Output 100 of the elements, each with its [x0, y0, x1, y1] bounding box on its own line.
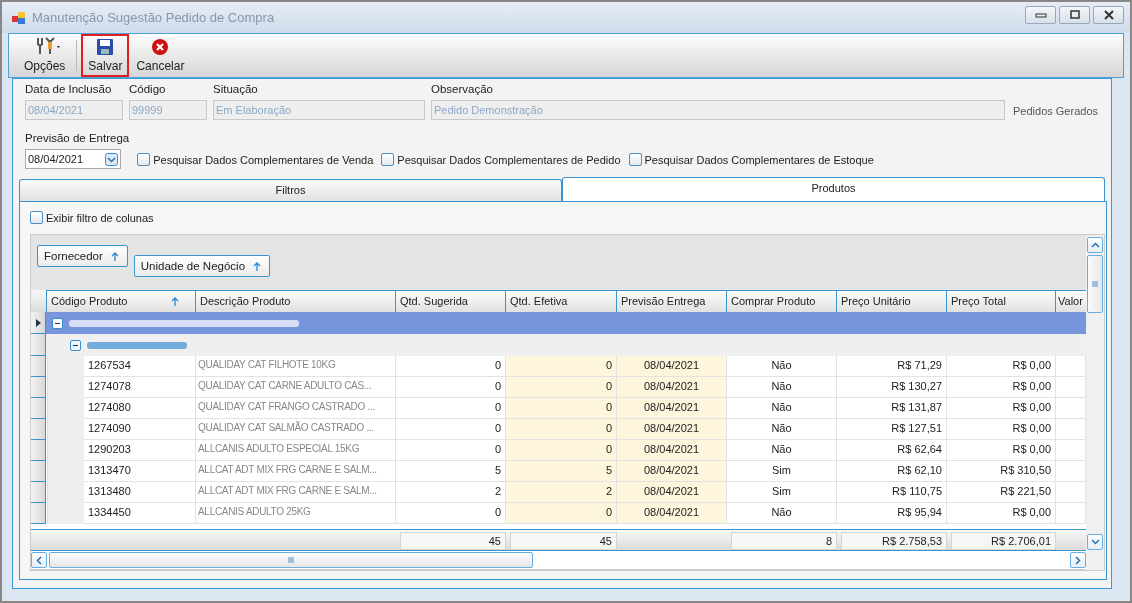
table-cell: 0 — [506, 356, 617, 377]
field-label: Data de Inclusão — [25, 83, 113, 95]
column-header[interactable]: Descrição Produto — [196, 290, 396, 312]
scrollbar-thumb[interactable] — [49, 552, 533, 568]
date-picker[interactable]: 08/04/2021 — [25, 149, 121, 169]
checkbox[interactable] — [381, 153, 395, 166]
table-cell: 1267534 — [84, 356, 196, 377]
window-title: Manutenção Sugestão Pedido de Compra — [32, 10, 276, 25]
options-button[interactable]: Opções — [17, 34, 73, 77]
description-cell: ALLCANIS ADULTO 25KG — [196, 503, 396, 524]
table-cell: Não — [727, 398, 837, 419]
column-header[interactable]: Preço Total — [947, 290, 1056, 312]
collapse-icon[interactable] — [52, 317, 63, 329]
scroll-down-button[interactable] — [1087, 534, 1103, 550]
sort-ascending-icon — [171, 297, 179, 306]
table-cell: 0 — [506, 440, 617, 461]
current-row-icon — [35, 318, 41, 327]
table-cell: 1274078 — [84, 377, 196, 398]
checkbox-label: Pesquisar Dados Complementares de Estoque — [644, 153, 874, 166]
checkbox[interactable] — [30, 211, 43, 224]
table-cell: Não — [727, 377, 837, 398]
column-header[interactable]: Comprar Produto — [727, 290, 837, 312]
table-cell: 1274090 — [84, 419, 196, 440]
table-cell: R$ 131,87 — [837, 398, 947, 419]
table-cell: 0 — [506, 398, 617, 419]
description-cell: QUALIDAY CAT FRANGO CASTRADO ... — [196, 398, 396, 419]
app-icon — [12, 11, 26, 24]
column-header[interactable]: Código Produto — [47, 290, 196, 312]
cancel-icon — [151, 38, 170, 56]
table-cell: 08/04/2021 — [617, 377, 727, 398]
total-cell: 8 — [731, 532, 837, 550]
scroll-up-button[interactable] — [1087, 237, 1103, 253]
tab[interactable]: Filtros — [19, 179, 562, 201]
table-cell: 0 — [506, 503, 617, 524]
description-cell: ALLCAT ADT MIX FRG CARNE E SALM... — [196, 482, 396, 503]
total-cell: R$ 2.758,53 — [841, 532, 947, 550]
column-header[interactable]: Qtd. Sugerida — [396, 290, 506, 312]
table-cell: 2 — [506, 482, 617, 503]
checkbox[interactable] — [137, 153, 151, 166]
table-cell: Não — [727, 356, 837, 377]
table-cell: 0 — [506, 377, 617, 398]
table-cell: 08/04/2021 — [617, 482, 727, 503]
column-header[interactable]: Valor — [1056, 290, 1086, 312]
description-cell: QUALIDAY CAT FILHOTE 10KG — [196, 356, 396, 377]
table-cell: 08/04/2021 — [617, 398, 727, 419]
table-cell: R$ 62,64 — [837, 440, 947, 461]
minimize-icon — [1034, 11, 1047, 18]
close-button[interactable] — [1093, 5, 1124, 24]
description-cell: QUALIDAY CAT SALMÃO CASTRADO ... — [196, 419, 396, 440]
minimize-button[interactable] — [1025, 5, 1056, 24]
group-by-chip[interactable]: Fornecedor — [37, 245, 128, 267]
table-cell: 08/04/2021 — [617, 419, 727, 440]
table-cell: R$ 0,00 — [947, 419, 1056, 440]
description-cell: QUALIDAY CAT CARNE ADULTO CAS... — [196, 377, 396, 398]
table-cell: 08/04/2021 — [617, 440, 727, 461]
sort-ascending-icon — [110, 251, 119, 261]
table-cell: R$ 62,10 — [837, 461, 947, 482]
total-cell: R$ 2.706,01 — [951, 532, 1056, 550]
header-corner — [31, 290, 47, 312]
checkbox[interactable] — [628, 153, 642, 166]
scrollbar-thumb[interactable] — [1087, 255, 1103, 313]
table-cell: 1313470 — [84, 461, 196, 482]
table-cell: 5 — [506, 461, 617, 482]
description-cell: ALLCANIS ADULTO ESPECIAL 15KG — [196, 440, 396, 461]
table-cell: R$ 130,27 — [837, 377, 947, 398]
table-cell: Sim — [727, 482, 837, 503]
maximize-icon — [1068, 9, 1081, 20]
table-cell: 08/04/2021 — [617, 461, 727, 482]
save-button[interactable]: Salvar — [81, 34, 130, 77]
maximize-button[interactable] — [1059, 5, 1090, 24]
scroll-left-button[interactable] — [31, 552, 47, 568]
checkbox-label: Pesquisar Dados Complementares de Pedido — [397, 153, 621, 166]
table-cell: 1274080 — [84, 398, 196, 419]
field-label: Situação — [213, 83, 259, 95]
table-cell: R$ 127,51 — [837, 419, 947, 440]
cancel-button[interactable]: Cancelar — [129, 34, 192, 77]
checkbox-label: Pesquisar Dados Complementares de Venda — [153, 153, 374, 166]
column-header[interactable]: Previsão Entrega — [617, 290, 727, 312]
scroll-right-button[interactable] — [1070, 552, 1086, 568]
group-by-chip[interactable]: Unidade de Negócio — [133, 255, 271, 277]
tab[interactable]: Produtos — [562, 177, 1105, 201]
sort-ascending-icon — [253, 261, 262, 271]
table-cell: 0 — [506, 419, 617, 440]
collapse-icon[interactable] — [70, 339, 81, 351]
table-cell: R$ 0,00 — [947, 356, 1056, 377]
dropdown-icon — [105, 152, 118, 166]
table-cell: 1334450 — [84, 503, 196, 524]
table-cell: R$ 310,50 — [947, 461, 1056, 482]
close-icon — [1102, 9, 1115, 20]
table-cell: R$ 110,75 — [837, 482, 947, 503]
table-cell: 08/04/2021 — [617, 356, 727, 377]
row-indent — [47, 503, 84, 524]
table-cell: Não — [727, 419, 837, 440]
description-cell: ALLCAT ADT MIX FRG CARNE E SALM... — [196, 461, 396, 482]
table-cell: R$ 0,00 — [947, 398, 1056, 419]
column-header[interactable]: Qtd. Efetiva — [506, 290, 617, 312]
table-cell: Não — [727, 503, 837, 524]
field-label: Código — [129, 83, 167, 95]
column-header[interactable]: Preço Unitário — [837, 290, 947, 312]
row-header[interactable] — [31, 312, 46, 334]
